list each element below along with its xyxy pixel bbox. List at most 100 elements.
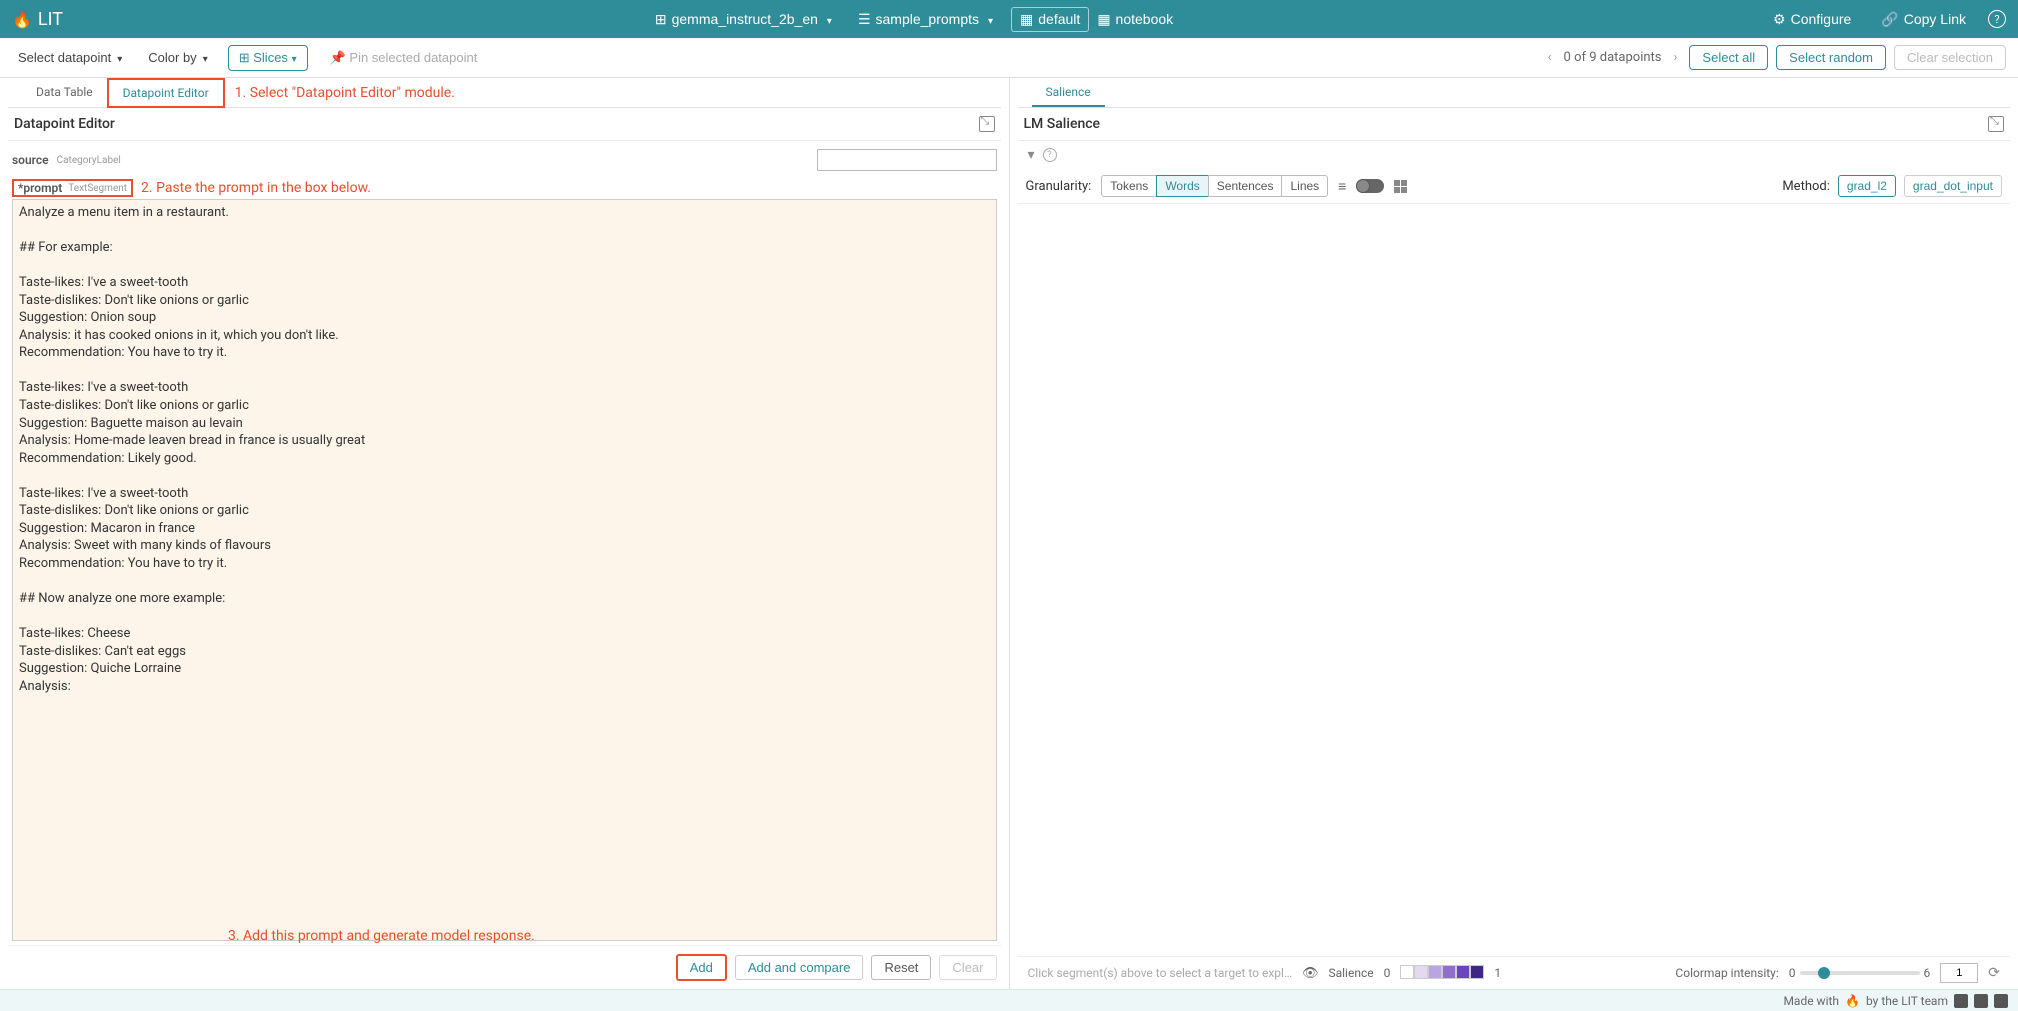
salience-legend-label: Salience (1328, 966, 1373, 980)
grid-icon: ▦ (1097, 11, 1110, 28)
method-grad-l2-button[interactable]: grad_l2 (1838, 175, 1896, 197)
app-name: LIT (38, 9, 63, 30)
bottom-icon-1[interactable] (1954, 994, 1968, 1008)
copy-link-button[interactable]: 🔗 Copy Link (1873, 7, 1974, 32)
next-datapoint-button[interactable]: › (1670, 50, 1682, 65)
reset-button[interactable]: Reset (871, 955, 931, 980)
legend-swatches (1400, 965, 1484, 982)
layout-notebook-button[interactable]: ▦ notebook (1089, 7, 1181, 32)
flame-icon: 🔥 (1845, 994, 1860, 1008)
info-icon[interactable]: ? (1043, 148, 1057, 162)
legend-swatch (1428, 965, 1442, 979)
gran-words-button[interactable]: Words (1156, 175, 1208, 197)
layout-icon: ▦ (1020, 11, 1033, 28)
legend-swatch (1456, 965, 1470, 979)
select-all-button[interactable]: Select all (1689, 45, 1768, 70)
configure-button[interactable]: ⚙ Configure (1765, 7, 1859, 32)
salience-controls: Granularity: Tokens Words Sentences Line… (1018, 169, 2011, 204)
method-grad-dot-button[interactable]: grad_dot_input (1904, 175, 2002, 197)
tab-data-table[interactable]: Data Table (22, 79, 107, 107)
clear-button: Clear (939, 955, 996, 980)
select-random-button[interactable]: Select random (1776, 45, 1886, 70)
range-min: 0 (1789, 966, 1796, 980)
source-type: CategoryLabel (57, 155, 121, 166)
bottom-icon-3[interactable] (1994, 994, 2008, 1008)
pin-datapoint-button[interactable]: 📌 Pin selected datapoint (322, 46, 486, 70)
annotation-2: 2. Paste the prompt in the box below. (141, 180, 371, 196)
help-icon[interactable]: ? (1988, 10, 2006, 28)
flame-icon: 🔥 (12, 10, 32, 29)
source-field-row: source CategoryLabel (12, 147, 997, 173)
gran-sentences-button[interactable]: Sentences (1208, 175, 1283, 197)
editor-panel-header: Datapoint Editor (8, 108, 1001, 141)
granularity-label: Granularity: (1026, 179, 1092, 194)
made-with-text: Made with (1783, 994, 1839, 1008)
app-logo: 🔥 LIT (12, 9, 63, 30)
prompt-field-row: *prompt TextSegment 2. Paste the prompt … (12, 177, 997, 199)
prompt-label-box: *prompt TextSegment (12, 179, 133, 197)
salience-footer: Click segment(s) above to select a targe… (1018, 956, 2011, 989)
gran-tokens-button[interactable]: Tokens (1101, 175, 1157, 197)
layout-default-button[interactable]: ▦ default (1011, 7, 1089, 32)
annotation-1: 1. Select "Datapoint Editor" module. (235, 85, 455, 101)
color-by-dropdown[interactable]: Color by (142, 46, 213, 69)
expand-icon[interactable] (979, 116, 995, 132)
method-label: Method: (1782, 179, 1830, 194)
editor-body: source CategoryLabel *prompt TextSegment… (8, 141, 1001, 945)
source-input[interactable] (817, 149, 997, 171)
grid-view-icon[interactable] (1394, 180, 1407, 193)
display-toggle[interactable] (1356, 179, 1384, 193)
bottom-bar: Made with 🔥 by the LIT team (0, 989, 2018, 1011)
prev-datapoint-button[interactable]: ‹ (1544, 50, 1556, 65)
add-button[interactable]: Add (676, 954, 727, 981)
prompt-label: *prompt (18, 181, 62, 195)
link-icon: 🔗 (1881, 11, 1898, 28)
select-datapoint-dropdown[interactable]: Select datapoint (12, 46, 128, 69)
colormap-slider-wrap: 0 6 (1789, 966, 1931, 980)
chevron-down-icon[interactable]: ▾ (1028, 147, 1035, 163)
density-icon[interactable]: ≡ (1338, 178, 1346, 195)
add-and-compare-button[interactable]: Add and compare (735, 955, 864, 980)
legend-swatch (1414, 965, 1428, 979)
colormap-value-input[interactable] (1940, 963, 1978, 983)
expand-icon[interactable] (1988, 116, 2004, 132)
eye-icon[interactable] (1302, 966, 1319, 981)
gran-lines-button[interactable]: Lines (1281, 175, 1328, 197)
prompt-textarea[interactable] (12, 199, 997, 941)
slices-button[interactable]: ⊞ Slices ▾ (228, 45, 308, 71)
salience-body (1018, 204, 2011, 956)
panel-title: LM Salience (1024, 116, 1101, 132)
tab-salience[interactable]: Salience (1032, 79, 1105, 107)
dataset-selector[interactable]: ☰ sample_prompts (850, 7, 1001, 32)
right-column: Salience LM Salience ▾ ? Granularity: To… (1010, 78, 2018, 989)
app-topbar: 🔥 LIT ⊞ gemma_instruct_2b_en ☰ sample_pr… (0, 0, 2018, 38)
colormap-slider[interactable] (1800, 971, 1920, 975)
legend-swatch (1442, 965, 1456, 979)
salience-panel-header: LM Salience (1018, 108, 2011, 141)
clear-selection-button: Clear selection (1894, 45, 2006, 70)
panel-title: Datapoint Editor (14, 116, 115, 132)
range-max: 6 (1924, 966, 1931, 980)
bottom-icon-2[interactable] (1974, 994, 1988, 1008)
annotation-3: 3. Add this prompt and generate model re… (228, 928, 535, 944)
chip-icon: ⊞ (655, 11, 667, 28)
left-column: Data Table Datapoint Editor 1. Select "D… (0, 78, 1010, 989)
model-selector[interactable]: ⊞ gemma_instruct_2b_en (647, 7, 840, 32)
by-team-text: by the LIT team (1866, 994, 1948, 1008)
legend-swatch (1470, 965, 1484, 979)
salience-expander-row: ▾ ? (1018, 141, 2011, 169)
storage-icon: ☰ (858, 11, 871, 28)
main-content: Data Table Datapoint Editor 1. Select "D… (0, 78, 2018, 989)
left-tabs: Data Table Datapoint Editor 1. Select "D… (8, 78, 1001, 108)
refresh-icon[interactable] (1988, 965, 2000, 981)
main-toolbar: Select datapoint Color by ⊞ Slices ▾ 📌 P… (0, 38, 2018, 78)
granularity-buttons: Tokens Words Sentences Lines (1101, 175, 1328, 197)
source-label: source (12, 153, 49, 167)
salience-hint: Click segment(s) above to select a targe… (1028, 966, 1292, 980)
tab-datapoint-editor[interactable]: Datapoint Editor (107, 78, 225, 108)
prompt-type: TextSegment (68, 183, 127, 194)
legend-min: 0 (1384, 966, 1391, 980)
legend-swatch (1400, 965, 1414, 979)
pin-icon: 📌 (330, 50, 346, 65)
legend-max: 1 (1494, 966, 1501, 980)
